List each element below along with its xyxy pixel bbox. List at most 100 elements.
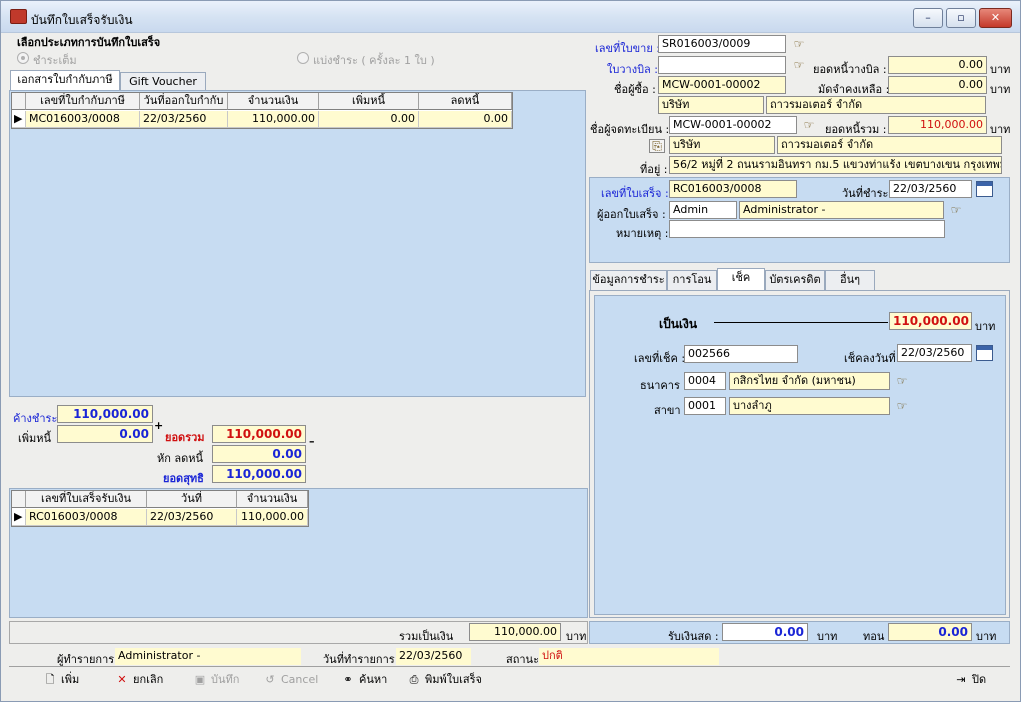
address-label: ที่อยู่ : — [640, 163, 668, 176]
printer-icon: ⎙ — [409, 673, 419, 686]
choice-heading: เลือกประเภทการบันทึกใบเสร็จ — [17, 36, 161, 49]
col-receipt-no: เลขที่ใบเสร็จรับเงิน — [26, 491, 147, 508]
cheque-panel — [594, 295, 1006, 615]
note-field[interactable] — [669, 220, 945, 238]
calendar-icon[interactable] — [976, 181, 993, 197]
total-cash-field: 110,000.00 — [469, 623, 561, 641]
cheque-no-label: เลขที่เช็ค : — [634, 352, 686, 365]
add-button[interactable]: 🗋 เพิ่ม — [43, 671, 80, 689]
table-cell[interactable]: 22/03/2560 — [140, 111, 228, 128]
lookup-reg-icon[interactable]: ☞ — [801, 119, 817, 133]
branch-code-field[interactable]: 0001 — [684, 397, 726, 415]
tab-other[interactable]: อื่นๆ — [825, 270, 875, 290]
invoice-grid: เลขที่ใบกำกับภาษี วันที่ออกใบกำกับ จำนวน… — [11, 92, 513, 129]
tab-cheque[interactable]: เช็ค — [717, 268, 765, 290]
plus-debt-label: เพิ่มหนี้ — [18, 432, 52, 445]
bank-code-field[interactable]: 0004 — [684, 372, 726, 390]
split-pay-label: แบ่งชำระ ( ครั้งละ 1 ใบ ) — [313, 54, 435, 67]
plus-sign: + — [154, 419, 164, 432]
branch-name-field: บางลำภู — [729, 397, 890, 415]
col-receipt-amount: จำนวนเงิน — [237, 491, 308, 508]
table-cell[interactable]: 22/03/2560 — [147, 509, 237, 526]
maximize-button[interactable]: ▫ — [946, 8, 976, 28]
company-type-field: บริษัท — [658, 96, 764, 114]
reg-name-field: ถาวรมอเตอร์ จำกัด — [777, 136, 1002, 154]
full-pay-radio[interactable] — [17, 52, 29, 64]
cheque-amount-label: เป็นเงิน — [659, 317, 698, 331]
table-cell[interactable]: 0.00 — [419, 111, 512, 128]
save-button[interactable]: ▣ บันทึก — [193, 671, 240, 689]
net-field: 110,000.00 — [212, 465, 306, 483]
col-receipt-date: วันที่ — [147, 491, 237, 508]
issuer-name-field: Administrator - — [739, 201, 944, 219]
col-invoice-no: เลขที่ใบกำกับภาษี — [26, 93, 140, 110]
cash-recv-label: รับเงินสด : — [668, 630, 719, 643]
table-cell[interactable]: 110,000.00 — [237, 509, 308, 526]
close-button[interactable]: ⇥ ปิด — [954, 671, 986, 689]
cancel-x-icon: ✕ — [117, 673, 127, 686]
lookup-sale-icon[interactable]: ☞ — [791, 38, 807, 52]
full-pay-label: ชำระเต็ม — [33, 54, 77, 67]
lookup-issuer-icon[interactable]: ☞ — [948, 204, 964, 218]
binoculars-icon: ⚭ — [343, 673, 353, 686]
cancel-edit-button[interactable]: ↺ Cancel — [263, 671, 318, 689]
receipt-no-label: เลขที่ใบเสร็จ : — [601, 187, 669, 200]
copy-address-icon[interactable]: ⎘ — [649, 139, 665, 153]
lookup-bank-icon[interactable]: ☞ — [894, 375, 910, 389]
window-title: บันทึกใบเสร็จรับเงิน — [31, 13, 133, 27]
cheque-date-field[interactable]: 22/03/2560 — [897, 344, 972, 362]
table-cell[interactable]: RC016003/0008 — [26, 509, 147, 526]
state-value: ปกติ — [539, 648, 719, 665]
receipt-no-field: RC016003/0008 — [669, 180, 797, 198]
sale-no-field[interactable]: SR016003/0009 — [658, 35, 786, 53]
tab-tax-invoice[interactable]: เอกสารใบกำกับภาษี — [10, 70, 120, 92]
cancel-doc-button[interactable]: ✕ ยกเลิก — [115, 671, 163, 689]
table-cell[interactable]: 0.00 — [319, 111, 419, 128]
minimize-button[interactable]: – — [913, 8, 943, 28]
cash-recv-field[interactable]: 0.00 — [722, 623, 808, 641]
plus-debt-field: 0.00 — [57, 425, 153, 443]
bill-label: ใบวางบิล : — [607, 63, 659, 76]
total-field: 110,000.00 — [212, 425, 306, 443]
reg-code-field[interactable]: MCW-0001-00002 — [669, 116, 797, 134]
trans-date-value: 22/03/2560 — [396, 648, 471, 665]
total-label: ยอดรวม — [165, 431, 205, 444]
cheque-unit: บาท — [975, 320, 996, 333]
main-window: บันทึกใบเสร็จรับเงิน – ▫ ✕ เลือกประเภทกา… — [0, 0, 1021, 702]
sale-no-label: เลขที่ใบขาย : — [595, 42, 660, 55]
change-field: 0.00 — [888, 623, 972, 641]
calendar-icon[interactable] — [976, 345, 993, 361]
pay-date-field[interactable]: 22/03/2560 — [889, 180, 972, 198]
row-pointer-icon: ▶ — [12, 111, 26, 128]
search-button[interactable]: ⚭ ค้นหา — [341, 671, 387, 689]
close-window-button[interactable]: ✕ — [979, 8, 1012, 28]
split-pay-radio[interactable] — [297, 52, 309, 64]
table-cell[interactable]: MC016003/0008 — [26, 111, 140, 128]
receipt-grid: เลขที่ใบเสร็จรับเงิน วันที่ จำนวนเงิน ▶ … — [11, 490, 309, 527]
undo-icon: ↺ — [265, 673, 275, 686]
tab-credit-card[interactable]: บัตรเครดิต — [765, 270, 825, 290]
lookup-branch-icon[interactable]: ☞ — [894, 400, 910, 414]
bank-label: ธนาคาร : — [640, 379, 688, 392]
issuer-code-field[interactable]: Admin — [669, 201, 737, 219]
print-receipt-button[interactable]: ⎙ พิมพ์ใบเสร็จ — [407, 671, 482, 689]
tab-payment-info[interactable]: ข้อมูลการชำระ — [590, 270, 667, 290]
col-amount: จำนวนเงิน — [228, 93, 319, 110]
tab-gift-voucher[interactable]: Gift Voucher — [120, 72, 206, 92]
cheque-amount-field: 110,000.00 — [889, 312, 972, 330]
tab-transfer[interactable]: การโอน — [667, 270, 717, 290]
table-cell[interactable]: 110,000.00 — [228, 111, 319, 128]
bill-field[interactable] — [658, 56, 786, 74]
cheque-date-label: เช็คลงวันที่ : — [844, 352, 903, 365]
bank-name-field: กสิกรไทย จำกัด (มหาชน) — [729, 372, 890, 390]
deduct-label: หัก ลดหนี้ — [157, 452, 204, 465]
col-plus-debt: เพิ่มหนี้ — [319, 93, 419, 110]
debt-total-field: 110,000.00 — [888, 116, 987, 134]
branch-label: สาขา : — [654, 404, 688, 417]
reg-label: ชื่อผู้จดทะเบียน : — [590, 123, 670, 136]
row-pointer-icon: ▶ — [12, 509, 26, 526]
user-value: Administrator - — [115, 648, 301, 665]
cheque-no-field[interactable]: 002566 — [684, 345, 798, 363]
lookup-bill-icon[interactable]: ☞ — [791, 59, 807, 73]
total-cash-unit: บาท — [566, 630, 587, 643]
